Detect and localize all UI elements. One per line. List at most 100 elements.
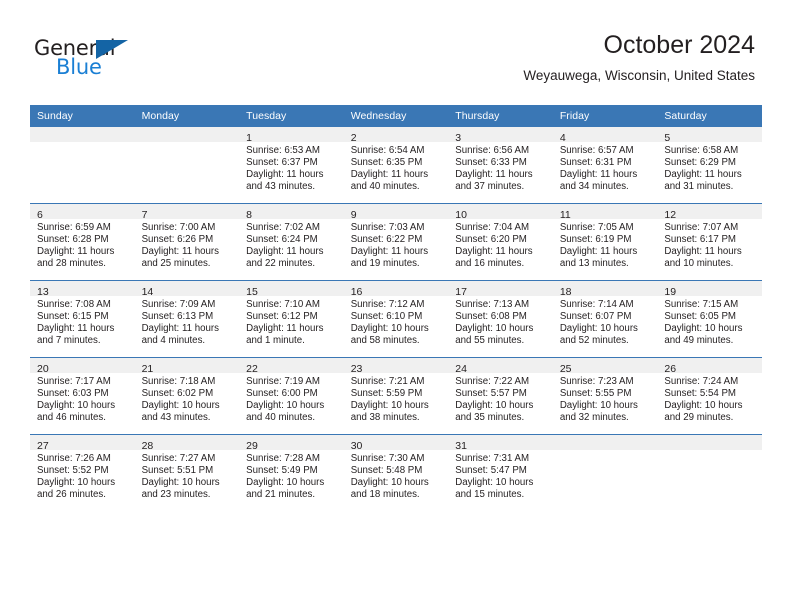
daylight-duration-line2: and 37 minutes. (455, 181, 525, 193)
calendar-day-cell[interactable]: 1 Sunrise: 6:53 AM Sunset: 6:37 PM Daylight… (239, 127, 344, 204)
day-details: Sunrise: 7:08 AM Sunset: 6:15 PM Daylight:… (30, 296, 135, 347)
sunrise-time: Sunrise: 7:22 AM (455, 376, 530, 387)
day-number-band: 20 (30, 358, 135, 375)
calendar-day-cell[interactable]: 25 Sunrise: 7:23 AM Sunset: 5:55 PM Dayligh… (552, 357, 658, 435)
day-cell-inner: 5 Sunrise: 6:58 AM Sunset: 6:29 PM Daylight… (657, 127, 762, 203)
day-number: 19 (664, 286, 677, 298)
day-cell-inner: 3 Sunrise: 6:56 AM Sunset: 6:33 PM Daylight… (448, 127, 553, 203)
day-details: Sunrise: 6:59 AM Sunset: 6:28 PM Daylight:… (30, 219, 135, 270)
day-number-band: 16 (343, 281, 449, 298)
calendar-day-cell[interactable]: 2 Sunrise: 6:54 AM Sunset: 6:35 PM Daylight… (343, 127, 449, 204)
calendar-day-cell[interactable]: 28 Sunrise: 7:27 AM Sunset: 5:51 PM Dayligh… (134, 434, 240, 511)
sunrise-time: Sunrise: 6:57 AM (559, 145, 634, 156)
day-number-band (657, 435, 762, 450)
calendar-week-row: 1 Sunrise: 6:53 AM Sunset: 6:37 PM Daylight… (30, 127, 762, 204)
day-details: Sunrise: 7:02 AM Sunset: 6:24 PM Daylight:… (239, 219, 344, 270)
daylight-duration-line1: Daylight: 10 hours (664, 400, 743, 412)
calendar-day-cell[interactable]: 12 Sunrise: 7:07 AM Sunset: 6:17 PM Dayligh… (657, 203, 762, 281)
day-number: 13 (37, 286, 49, 298)
day-details: Sunrise: 7:21 AM Sunset: 5:59 PM Daylight:… (344, 373, 449, 424)
calendar-day-cell[interactable]: 17 Sunrise: 7:13 AM Sunset: 6:08 PM Dayligh… (448, 280, 553, 358)
daylight-duration-line2: and 46 minutes. (37, 412, 106, 424)
day-number-band: 10 (448, 204, 553, 221)
sunrise-time: Sunrise: 6:54 AM (350, 145, 425, 156)
calendar-day-cell[interactable]: 24 Sunrise: 7:22 AM Sunset: 5:57 PM Dayligh… (448, 357, 553, 435)
calendar-day-cell[interactable]: 9 Sunrise: 7:03 AM Sunset: 6:22 PM Daylight… (343, 203, 449, 281)
day-cell-inner: 13 Sunrise: 7:08 AM Sunset: 6:15 PM Dayligh… (30, 281, 135, 357)
calendar-day-cell[interactable]: 13 Sunrise: 7:08 AM Sunset: 6:15 PM Dayligh… (30, 280, 135, 358)
daylight-duration-line2: and 16 minutes. (455, 258, 525, 270)
day-cell-inner (657, 435, 762, 511)
day-number-band: 11 (552, 204, 658, 221)
day-number: 22 (246, 363, 258, 375)
sunrise-time: Sunrise: 7:18 AM (141, 376, 216, 387)
day-number: 24 (455, 363, 467, 375)
daylight-duration-line2: and 13 minutes. (559, 258, 629, 270)
calendar-day-cell[interactable]: 23 Sunrise: 7:21 AM Sunset: 5:59 PM Dayligh… (343, 357, 449, 435)
day-cell-inner: 20 Sunrise: 7:17 AM Sunset: 6:03 PM Dayligh… (30, 358, 135, 434)
calendar-day-cell[interactable]: 7 Sunrise: 7:00 AM Sunset: 6:26 PM Daylight… (134, 203, 240, 281)
calendar-day-cell[interactable]: 26 Sunrise: 7:24 AM Sunset: 5:54 PM Dayligh… (657, 357, 762, 435)
daylight-duration-line2: and 15 minutes. (455, 489, 525, 501)
calendar-day-cell[interactable]: 5 Sunrise: 6:58 AM Sunset: 6:29 PM Daylight… (657, 127, 762, 204)
day-number: 5 (664, 132, 671, 144)
calendar-day-cell[interactable]: 31 Sunrise: 7:31 AM Sunset: 5:47 PM Dayligh… (448, 434, 553, 511)
daylight-duration-line1: Daylight: 11 hours (559, 169, 638, 181)
daylight-duration-line2: and 35 minutes. (455, 412, 525, 424)
calendar-day-cell[interactable]: 4 Sunrise: 6:57 AM Sunset: 6:31 PM Daylight… (552, 127, 658, 204)
daylight-duration-line2: and 32 minutes. (559, 412, 629, 424)
daylight-duration-line1: Daylight: 10 hours (455, 477, 534, 489)
calendar-day-cell[interactable]: 19 Sunrise: 7:15 AM Sunset: 6:05 PM Dayligh… (657, 280, 762, 358)
calendar-day-cell[interactable]: 16 Sunrise: 7:12 AM Sunset: 6:10 PM Dayligh… (343, 280, 449, 358)
calendar-day-cell[interactable]: 22 Sunrise: 7:19 AM Sunset: 6:00 PM Dayligh… (239, 357, 344, 435)
sunset-time: Sunset: 6:17 PM (664, 234, 736, 246)
day-cell-inner: 14 Sunrise: 7:09 AM Sunset: 6:13 PM Dayligh… (134, 281, 240, 357)
page-subtitle: Weyauwega, Wisconsin, United States (523, 68, 755, 83)
calendar-container: Sunday Monday Tuesday Wednesday Thursday… (30, 105, 762, 511)
weekday-header-friday: Friday (552, 105, 658, 127)
day-cell-inner: 12 Sunrise: 7:07 AM Sunset: 6:17 PM Dayligh… (657, 204, 762, 280)
sunrise-time: Sunrise: 6:53 AM (246, 145, 320, 156)
sunrise-time: Sunrise: 7:19 AM (246, 376, 320, 387)
day-number: 3 (455, 132, 462, 144)
day-number: 15 (246, 286, 258, 298)
day-number-band: 22 (239, 358, 344, 375)
daylight-duration-line1: Daylight: 10 hours (37, 477, 116, 489)
daylight-duration-line1: Daylight: 10 hours (559, 400, 638, 412)
title-block: October 2024 Weyauwega, Wisconsin, Unite… (523, 30, 755, 86)
calendar-day-cell[interactable]: 14 Sunrise: 7:09 AM Sunset: 6:13 PM Dayligh… (134, 280, 240, 358)
sunrise-time: Sunrise: 7:08 AM (37, 299, 111, 310)
calendar-day-cell[interactable]: 15 Sunrise: 7:10 AM Sunset: 6:12 PM Dayligh… (239, 280, 344, 358)
day-number-band (552, 435, 658, 450)
day-number-band: 26 (657, 358, 762, 375)
calendar-day-cell[interactable]: 8 Sunrise: 7:02 AM Sunset: 6:24 PM Daylight… (239, 203, 344, 281)
calendar-day-cell[interactable]: 27 Sunrise: 7:26 AM Sunset: 5:52 PM Dayligh… (30, 434, 135, 511)
day-number: 25 (559, 363, 572, 375)
sunset-time: Sunset: 6:29 PM (664, 157, 736, 169)
day-number: 21 (141, 363, 154, 375)
calendar-day-cell[interactable]: 3 Sunrise: 6:56 AM Sunset: 6:33 PM Daylight… (448, 127, 553, 204)
sunset-time: Sunset: 5:49 PM (246, 465, 318, 477)
daylight-duration-line2: and 28 minutes. (37, 258, 106, 270)
calendar-day-cell[interactable]: 21 Sunrise: 7:18 AM Sunset: 6:02 PM Dayligh… (134, 357, 240, 435)
day-number: 8 (246, 209, 252, 221)
calendar-page: General Blue October 2024 Weyauwega, Wis… (0, 0, 792, 612)
day-cell-inner: 28 Sunrise: 7:27 AM Sunset: 5:51 PM Dayligh… (134, 435, 240, 511)
day-number-band: 27 (30, 435, 135, 452)
day-number-band: 7 (134, 204, 240, 221)
calendar-day-cell[interactable]: 10 Sunrise: 7:04 AM Sunset: 6:20 PM Dayligh… (448, 203, 553, 281)
daylight-duration-line2: and 1 minute. (246, 335, 305, 347)
day-details: Sunrise: 7:26 AM Sunset: 5:52 PM Daylight:… (30, 450, 135, 501)
calendar-day-cell[interactable]: 11 Sunrise: 7:05 AM Sunset: 6:19 PM Dayligh… (552, 203, 658, 281)
day-cell-inner: 25 Sunrise: 7:23 AM Sunset: 5:55 PM Dayligh… (552, 358, 658, 434)
daylight-duration-line1: Daylight: 11 hours (664, 246, 742, 258)
daylight-duration-line2: and 31 minutes. (664, 181, 734, 193)
calendar-day-cell[interactable]: 18 Sunrise: 7:14 AM Sunset: 6:07 PM Dayligh… (552, 280, 658, 358)
calendar-day-cell[interactable]: 6 Sunrise: 6:59 AM Sunset: 6:28 PM Daylight… (30, 203, 135, 281)
calendar-day-cell[interactable]: 29 Sunrise: 7:28 AM Sunset: 5:49 PM Dayligh… (239, 434, 344, 511)
calendar-day-cell[interactable]: 30 Sunrise: 7:30 AM Sunset: 5:48 PM Dayligh… (343, 434, 449, 511)
sunrise-time: Sunrise: 6:58 AM (664, 145, 739, 156)
day-number: 14 (141, 286, 154, 298)
day-number-band: 28 (134, 435, 240, 452)
calendar-day-cell[interactable]: 20 Sunrise: 7:17 AM Sunset: 6:03 PM Dayligh… (30, 357, 135, 435)
